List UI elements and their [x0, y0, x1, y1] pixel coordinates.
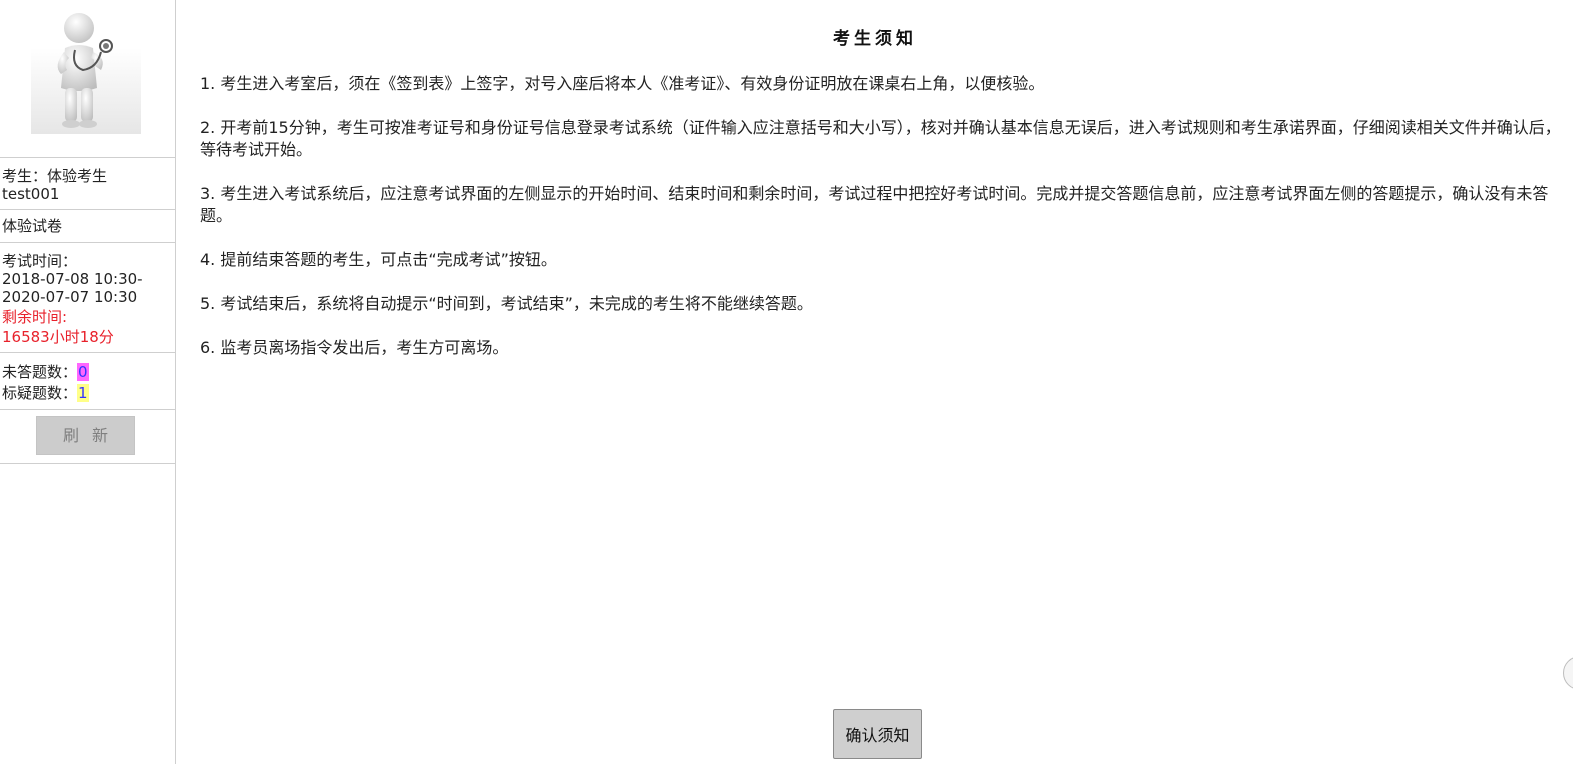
- exam-time-label: 考试时间：: [2, 252, 78, 270]
- exam-time-info: 考试时间： 2018-07-08 10:30- 2020-07-07 10:30…: [0, 243, 175, 353]
- confirm-notice-button[interactable]: 确认须知: [833, 709, 922, 759]
- candidate-id: test001: [2, 185, 60, 203]
- candidate-info: 考生：体验考生 test001: [0, 158, 175, 210]
- avatar: [31, 13, 141, 134]
- unanswered-count-row: 未答题数：0: [2, 362, 173, 383]
- rule-item: 3. 考生进入考试系统后，应注意考试界面的左侧显示的开始时间、结束时间和剩余时间…: [200, 184, 1549, 225]
- sidebar: 考生：体验考生 test001 体验试卷 考试时间： 2018-07-08 10…: [0, 0, 176, 764]
- rule-item: 4. 提前结束答题的考生，可点击“完成考试”按钮。: [200, 250, 557, 269]
- exam-time-end: 2020-07-07 10:30: [2, 288, 138, 306]
- main-content: 考生须知 1. 考生进入考室后，须在《签到表》上签字，对号入座后将本人《准考证》…: [177, 0, 1573, 764]
- page-title: 考生须知: [833, 29, 917, 49]
- flagged-label: 标疑题数：: [2, 384, 78, 402]
- flagged-count: 1: [77, 384, 89, 402]
- remaining-time-value: 16583小时18分: [2, 328, 114, 346]
- paper-name: 体验试卷: [2, 217, 63, 235]
- candidate-name: 考生：体验考生: [2, 167, 108, 185]
- paper-info: 体验试卷: [0, 210, 175, 243]
- flagged-count-row: 标疑题数：1: [2, 383, 173, 404]
- rule-item: 6. 监考员离场指令发出后，考生方可离场。: [200, 338, 509, 357]
- rule-item: 2. 开考前15分钟，考生可按准考证号和身份证号信息登录考试系统（证件输入应注意…: [200, 118, 1561, 159]
- refresh-panel: 刷新: [0, 410, 175, 464]
- unanswered-count: 0: [77, 363, 89, 381]
- exam-time-start: 2018-07-08 10:30-: [2, 270, 143, 288]
- rule-item: 5. 考试结束后，系统将自动提示“时间到，考试结束”，未完成的考生将不能继续答题…: [200, 294, 813, 313]
- question-counts: 未答题数：0 标疑题数：1: [0, 353, 175, 410]
- remaining-time-label: 剩余时间:: [2, 308, 68, 326]
- unanswered-label: 未答题数：: [2, 363, 78, 381]
- rule-item: 1. 考生进入考室后，须在《签到表》上签字，对号入座后将本人《准考证》、有效身份…: [200, 74, 1045, 93]
- refresh-button[interactable]: 刷新: [36, 416, 135, 455]
- rules-list: 1. 考生进入考室后，须在《签到表》上签字，对号入座后将本人《准考证》、有效身份…: [200, 73, 1570, 381]
- avatar-panel: [0, 0, 175, 158]
